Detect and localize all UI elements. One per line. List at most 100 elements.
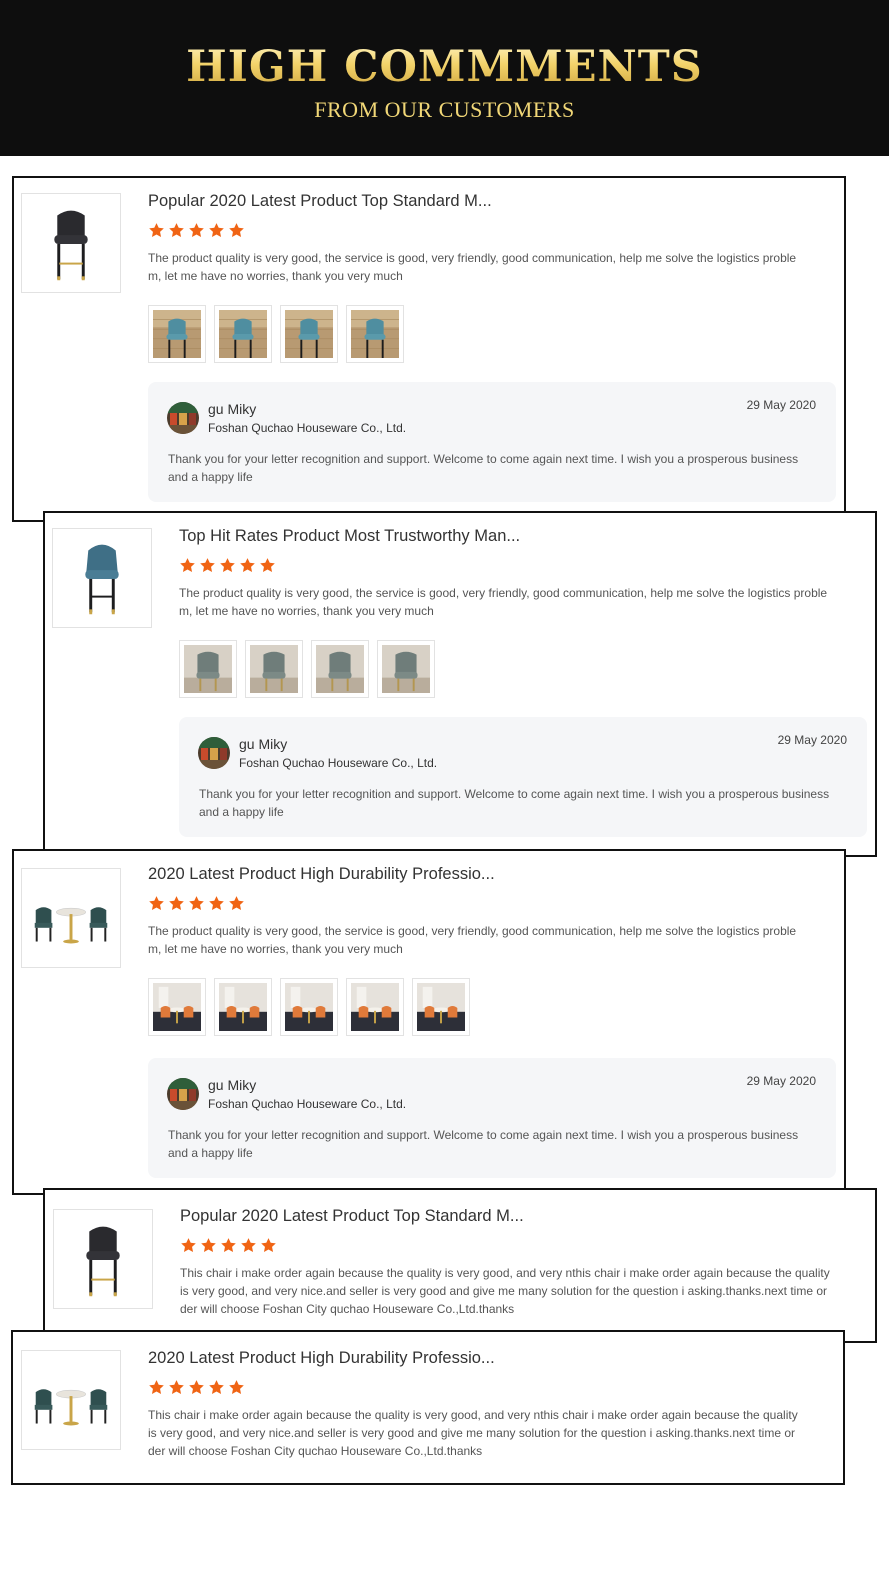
banner-subtitle: FROM OUR CUSTOMERS: [314, 97, 575, 122]
header-banner: HIGH COMMMENTS FROM OUR CUSTOMERS: [0, 0, 889, 156]
review-content: Top Hit Rates Product Most Trustworthy M…: [179, 525, 865, 698]
product-title[interactable]: Popular 2020 Latest Product Top Standard…: [148, 190, 834, 212]
avatar: [167, 1078, 199, 1110]
review-photo[interactable]: [214, 305, 272, 363]
review-photo[interactable]: [148, 305, 206, 363]
review-photos: [179, 640, 865, 698]
avatar: [167, 402, 199, 434]
review-photo[interactable]: [377, 640, 435, 698]
review-card-3: 2020 Latest Product High Durability Prof…: [12, 849, 846, 1195]
star-icon: [179, 557, 196, 574]
review-content: 2020 Latest Product High Durability Prof…: [148, 1347, 833, 1460]
star-icon: [220, 1237, 237, 1254]
product-thumbnail[interactable]: [53, 1209, 153, 1309]
star-icon: [188, 1379, 205, 1396]
stool-photo-icon: [351, 310, 399, 358]
room-photo-icon: [219, 983, 267, 1031]
reply-author: gu Miky: [208, 401, 257, 417]
avatar-icon: [198, 737, 230, 769]
review-text: This chair i make order again because th…: [180, 1266, 830, 1316]
star-icon: [188, 895, 205, 912]
bar-stool-icon: [22, 194, 120, 292]
review-photo[interactable]: [311, 640, 369, 698]
blue-bar-stool-icon: [53, 529, 151, 627]
star-icon: [260, 1237, 277, 1254]
reply-date: 29 May 2020: [746, 398, 816, 412]
product-thumbnail[interactable]: [52, 528, 152, 628]
seller-reply: gu Miky Foshan Quchao Houseware Co., Ltd…: [148, 1058, 836, 1178]
seller-reply: gu Miky Foshan Quchao Houseware Co., Ltd…: [179, 717, 867, 837]
review-content: Popular 2020 Latest Product Top Standard…: [180, 1205, 865, 1318]
product-title[interactable]: Top Hit Rates Product Most Trustworthy M…: [179, 525, 865, 547]
star-icon: [208, 222, 225, 239]
reply-text: Thank you for your letter recognition an…: [168, 1128, 799, 1160]
reply-author: gu Miky: [239, 736, 288, 752]
chair-photo-icon: [184, 645, 232, 693]
table-set-icon: [22, 1351, 120, 1449]
star-icon: [208, 895, 225, 912]
product-title[interactable]: Popular 2020 Latest Product Top Standard…: [180, 1205, 865, 1227]
star-icon: [199, 557, 216, 574]
banner-title: HIGH COMMMENTS: [0, 40, 889, 94]
star-icon: [239, 557, 256, 574]
star-icon: [240, 1237, 257, 1254]
star-rating: [148, 895, 834, 913]
review-photo[interactable]: [179, 640, 237, 698]
stool-photo-icon: [153, 310, 201, 358]
reply-author: gu Miky: [208, 1077, 257, 1093]
star-icon: [228, 895, 245, 912]
reply-date: 29 May 2020: [777, 733, 847, 747]
review-photos: [148, 978, 834, 1036]
product-title[interactable]: 2020 Latest Product High Durability Prof…: [148, 1347, 833, 1369]
room-photo-icon: [351, 983, 399, 1031]
star-icon: [148, 1379, 165, 1396]
star-icon: [168, 222, 185, 239]
review-photos: [148, 305, 834, 363]
table-set-icon: [22, 869, 120, 967]
product-title[interactable]: 2020 Latest Product High Durability Prof…: [148, 863, 834, 885]
review-card-1: Popular 2020 Latest Product Top Standard…: [12, 176, 846, 522]
review-photo[interactable]: [346, 978, 404, 1036]
review-photo[interactable]: [280, 978, 338, 1036]
review-content: Popular 2020 Latest Product Top Standard…: [148, 190, 834, 363]
chair-photo-icon: [382, 645, 430, 693]
star-icon: [188, 222, 205, 239]
star-icon: [168, 895, 185, 912]
review-content: 2020 Latest Product High Durability Prof…: [148, 863, 834, 1036]
star-icon: [259, 557, 276, 574]
avatar-icon: [167, 402, 199, 434]
star-rating: [179, 557, 865, 575]
star-icon: [200, 1237, 217, 1254]
stool-photo-icon: [285, 310, 333, 358]
review-card-4: Popular 2020 Latest Product Top Standard…: [43, 1188, 877, 1343]
chair-photo-icon: [316, 645, 364, 693]
star-icon: [180, 1237, 197, 1254]
review-photo[interactable]: [412, 978, 470, 1036]
star-icon: [208, 1379, 225, 1396]
room-photo-icon: [285, 983, 333, 1031]
star-icon: [148, 222, 165, 239]
star-icon: [228, 1379, 245, 1396]
star-rating: [180, 1237, 865, 1255]
review-photo[interactable]: [245, 640, 303, 698]
review-text: The product quality is very good, the se…: [148, 251, 797, 283]
review-photo[interactable]: [346, 305, 404, 363]
product-thumbnail[interactable]: [21, 1350, 121, 1450]
review-photo[interactable]: [280, 305, 338, 363]
star-icon: [168, 1379, 185, 1396]
review-photo[interactable]: [148, 978, 206, 1036]
product-thumbnail[interactable]: [21, 868, 121, 968]
review-photo[interactable]: [214, 978, 272, 1036]
avatar: [198, 737, 230, 769]
bar-stool-icon: [54, 1210, 152, 1308]
reply-text: Thank you for your letter recognition an…: [199, 787, 830, 819]
avatar-icon: [167, 1078, 199, 1110]
star-icon: [219, 557, 236, 574]
star-icon: [228, 222, 245, 239]
review-text: The product quality is very good, the se…: [179, 586, 828, 618]
product-thumbnail[interactable]: [21, 193, 121, 293]
star-rating: [148, 1379, 833, 1397]
star-icon: [148, 895, 165, 912]
review-text: The product quality is very good, the se…: [148, 924, 797, 956]
reply-company: Foshan Quchao Houseware Co., Ltd.: [208, 421, 407, 435]
